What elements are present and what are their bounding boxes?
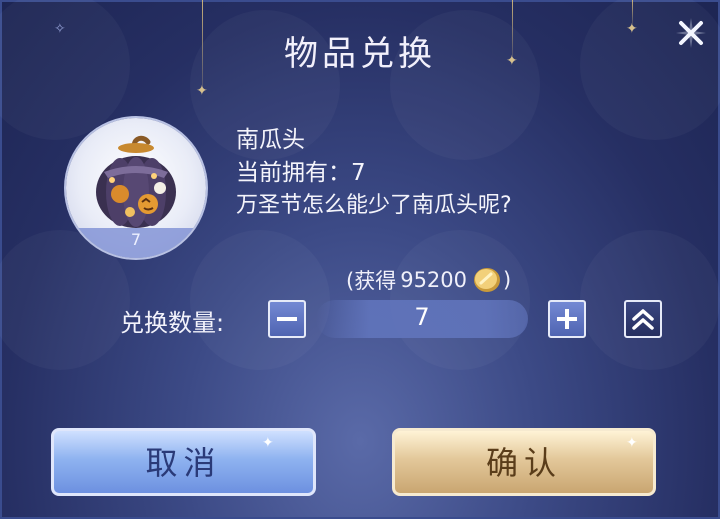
dialog-title: 物品兑换 [284, 34, 436, 74]
exchange-dialog: ✦ ✦ ✦ ︶ ✧ 物品兑换 7 南瓜头 当前拥有：7 万圣节怎么能少了南瓜头呢… [0, 0, 720, 519]
gain-amount: 95200 [400, 268, 468, 292]
double-chevron-up-icon [632, 309, 654, 330]
item-icon-frame: 7 [66, 118, 206, 258]
sparkle-icon: ✦ [626, 435, 638, 451]
gain-suffix: ) [503, 268, 512, 292]
sparkle-icon: ✦ [262, 435, 274, 451]
item-quantity-badge: 7 [130, 230, 142, 249]
close-button[interactable] [674, 16, 708, 50]
crescent-ornament-icon: ︶ [350, 0, 368, 15]
decrease-quantity-button[interactable] [268, 300, 306, 338]
minus-icon [277, 317, 297, 321]
gold-coin-icon [474, 268, 501, 292]
pumpkin-head-icon [96, 135, 176, 228]
gain-prefix: (获得 [346, 269, 397, 293]
confirm-button[interactable]: 确认 [392, 428, 656, 496]
star-ornament-icon: ✦ [196, 83, 208, 99]
quantity-value: 7 [414, 303, 430, 331]
item-owned-count: 当前拥有：7 [236, 160, 366, 186]
item-name: 南瓜头 [236, 127, 305, 153]
max-quantity-button[interactable] [624, 300, 662, 338]
close-x-icon [676, 18, 706, 48]
cancel-button[interactable]: 取消 [51, 428, 316, 496]
quantity-label: 兑换数量: [120, 309, 225, 337]
plus-icon [557, 309, 577, 329]
item-description: 万圣节怎么能少了南瓜头呢? [236, 193, 512, 218]
exchange-gain: (获得 95200 ) [346, 265, 511, 295]
increase-quantity-button[interactable] [548, 300, 586, 338]
bg-decor-circle [190, 230, 330, 370]
